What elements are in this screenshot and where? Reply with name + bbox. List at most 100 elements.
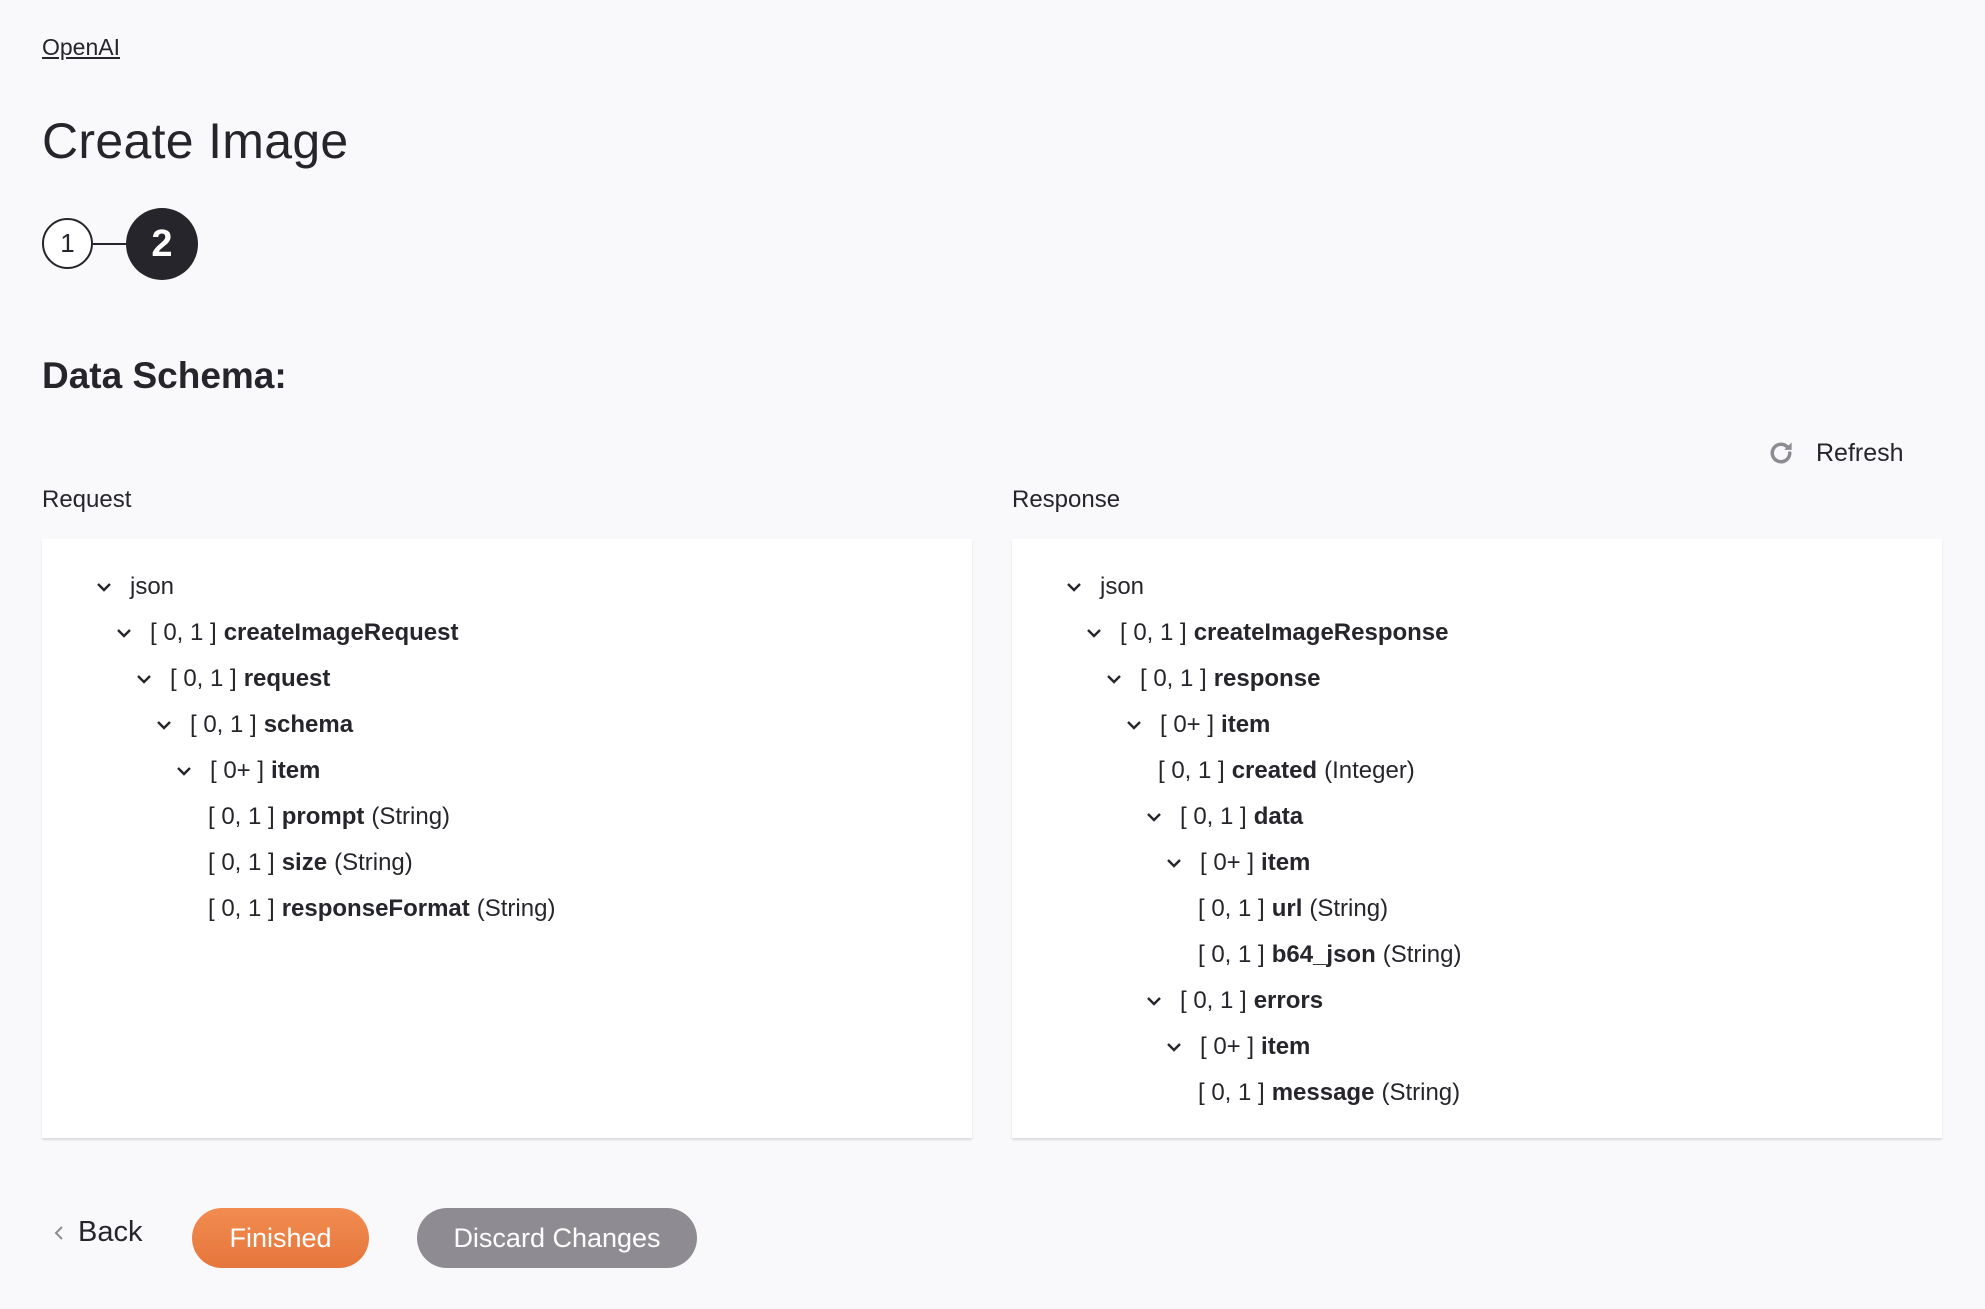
tree-node: [ 0, 1 ] request [134,659,330,699]
page-title: Create Image [42,113,349,169]
node-cardinality: [ 0+ ] [1200,1033,1255,1060]
node-name: responseFormat [281,895,470,922]
step-1[interactable]: 1 [42,218,93,269]
discard-changes-button[interactable]: Discard Changes [417,1208,697,1268]
node-type: (Integer) [1324,757,1415,784]
node-cardinality: [ 0+ ] [210,757,265,784]
node-cardinality: [ 0, 1 ] [1198,895,1265,922]
node-cardinality: [ 0, 1 ] [1198,941,1265,968]
node-name: response [1213,665,1321,692]
stepper: 1 2 [42,208,202,280]
chevron-down-icon[interactable] [94,577,114,597]
tree-node: [ 0, 1 ] responseFormat (String) [208,889,555,929]
chevron-down-icon[interactable] [1144,807,1164,827]
section-title: Data Schema: [42,355,287,396]
refresh-button[interactable]: Refresh [1766,438,1904,468]
breadcrumb-openai[interactable]: OpenAI [42,34,120,61]
node-name: request [243,665,331,692]
tree-node: [ 0, 1 ] createImageRequest [114,613,458,653]
tree-node: json [94,567,174,607]
finished-button[interactable]: Finished [192,1208,369,1268]
back-label: Back [78,1216,143,1248]
node-cardinality: [ 0, 1 ] [150,619,217,646]
chevron-down-icon[interactable] [114,623,134,643]
tree-node: [ 0, 1 ] schema [154,705,353,745]
node-name: data [1253,803,1304,830]
node-name: item [271,757,321,784]
response-schema-panel: json[ 0, 1 ] createImageResponse[ 0, 1 ] r… [1012,539,1942,1138]
node-cardinality: [ 0, 1 ] [1198,1079,1265,1106]
tree-node: [ 0, 1 ] data [1144,797,1303,837]
tree-node: [ 0+ ] item [1164,843,1310,883]
node-name: json [1100,573,1145,600]
node-name: created [1231,757,1318,784]
chevron-down-icon[interactable] [1144,991,1164,1011]
node-name: size [281,849,328,876]
chevron-down-icon[interactable] [1124,715,1144,735]
node-name: item [1221,711,1271,738]
node-cardinality: [ 0, 1 ] [208,849,275,876]
node-cardinality: [ 0, 1 ] [208,803,275,830]
chevron-down-icon[interactable] [134,669,154,689]
chevron-down-icon[interactable] [1084,623,1104,643]
node-name: createImageRequest [223,619,459,646]
node-name: prompt [281,803,365,830]
chevron-down-icon[interactable] [1104,669,1124,689]
node-type: (String) [1382,941,1462,968]
node-type: (String) [476,895,556,922]
chevron-down-icon[interactable] [154,715,174,735]
node-name: url [1271,895,1303,922]
step-2-current: 2 [126,208,198,280]
tree-node: [ 0, 1 ] size (String) [208,843,413,883]
node-type: (String) [334,849,413,876]
node-name: createImageResponse [1193,619,1449,646]
node-cardinality: [ 0+ ] [1160,711,1215,738]
node-type: (String) [371,803,451,830]
node-type: (String) [1309,895,1389,922]
node-name: b64_json [1271,941,1376,968]
refresh-icon [1770,442,1792,464]
tree-node: [ 0+ ] item [1164,1027,1310,1067]
step-connector [93,243,126,245]
tree-node: [ 0, 1 ] errors [1144,981,1323,1021]
tree-node: [ 0, 1 ] created (Integer) [1158,751,1415,791]
chevron-down-icon[interactable] [1164,1037,1184,1057]
response-tree: json[ 0, 1 ] createImageResponse[ 0, 1 ] r… [1012,539,1942,1138]
node-cardinality: [ 0, 1 ] [1120,619,1187,646]
tree-node: [ 0+ ] item [174,751,320,791]
node-cardinality: [ 0, 1 ] [1140,665,1207,692]
tree-node: json [1064,567,1144,607]
tree-node: [ 0, 1 ] prompt (String) [208,797,450,837]
node-cardinality: [ 0, 1 ] [1180,803,1247,830]
refresh-label: Refresh [1816,438,1904,467]
node-name: item [1261,1033,1311,1060]
back-button[interactable]: Back [54,1216,142,1249]
node-cardinality: [ 0+ ] [1200,849,1255,876]
node-name: item [1261,849,1311,876]
footer-actions: Back Finished Discard Changes [0,1208,1985,1268]
node-cardinality: [ 0, 1 ] [190,711,257,738]
tree-node: [ 0, 1 ] createImageResponse [1084,613,1449,653]
node-cardinality: [ 0, 1 ] [170,665,237,692]
node-cardinality: [ 0, 1 ] [208,895,275,922]
node-name: message [1271,1079,1375,1106]
tree-node: [ 0, 1 ] b64_json (String) [1198,935,1461,975]
chevron-down-icon[interactable] [174,761,194,781]
request-tree: json[ 0, 1 ] createImageRequest[ 0, 1 ] re… [42,539,972,1138]
node-cardinality: [ 0, 1 ] [1180,987,1247,1014]
node-name: schema [263,711,354,738]
chevron-left-icon [54,1225,63,1240]
response-label: Response [1012,486,1121,513]
node-name: json [130,573,175,600]
tree-node: [ 0, 1 ] url (String) [1198,889,1388,929]
request-schema-panel: json[ 0, 1 ] createImageRequest[ 0, 1 ] re… [42,539,972,1138]
tree-node: [ 0, 1 ] response [1104,659,1320,699]
node-type: (String) [1381,1079,1461,1106]
request-label: Request [42,486,132,513]
node-cardinality: [ 0, 1 ] [1158,757,1225,784]
tree-node: [ 0+ ] item [1124,705,1270,745]
node-name: errors [1253,987,1324,1014]
chevron-down-icon[interactable] [1164,853,1184,873]
chevron-down-icon[interactable] [1064,577,1084,597]
tree-node: [ 0, 1 ] message (String) [1198,1073,1460,1113]
